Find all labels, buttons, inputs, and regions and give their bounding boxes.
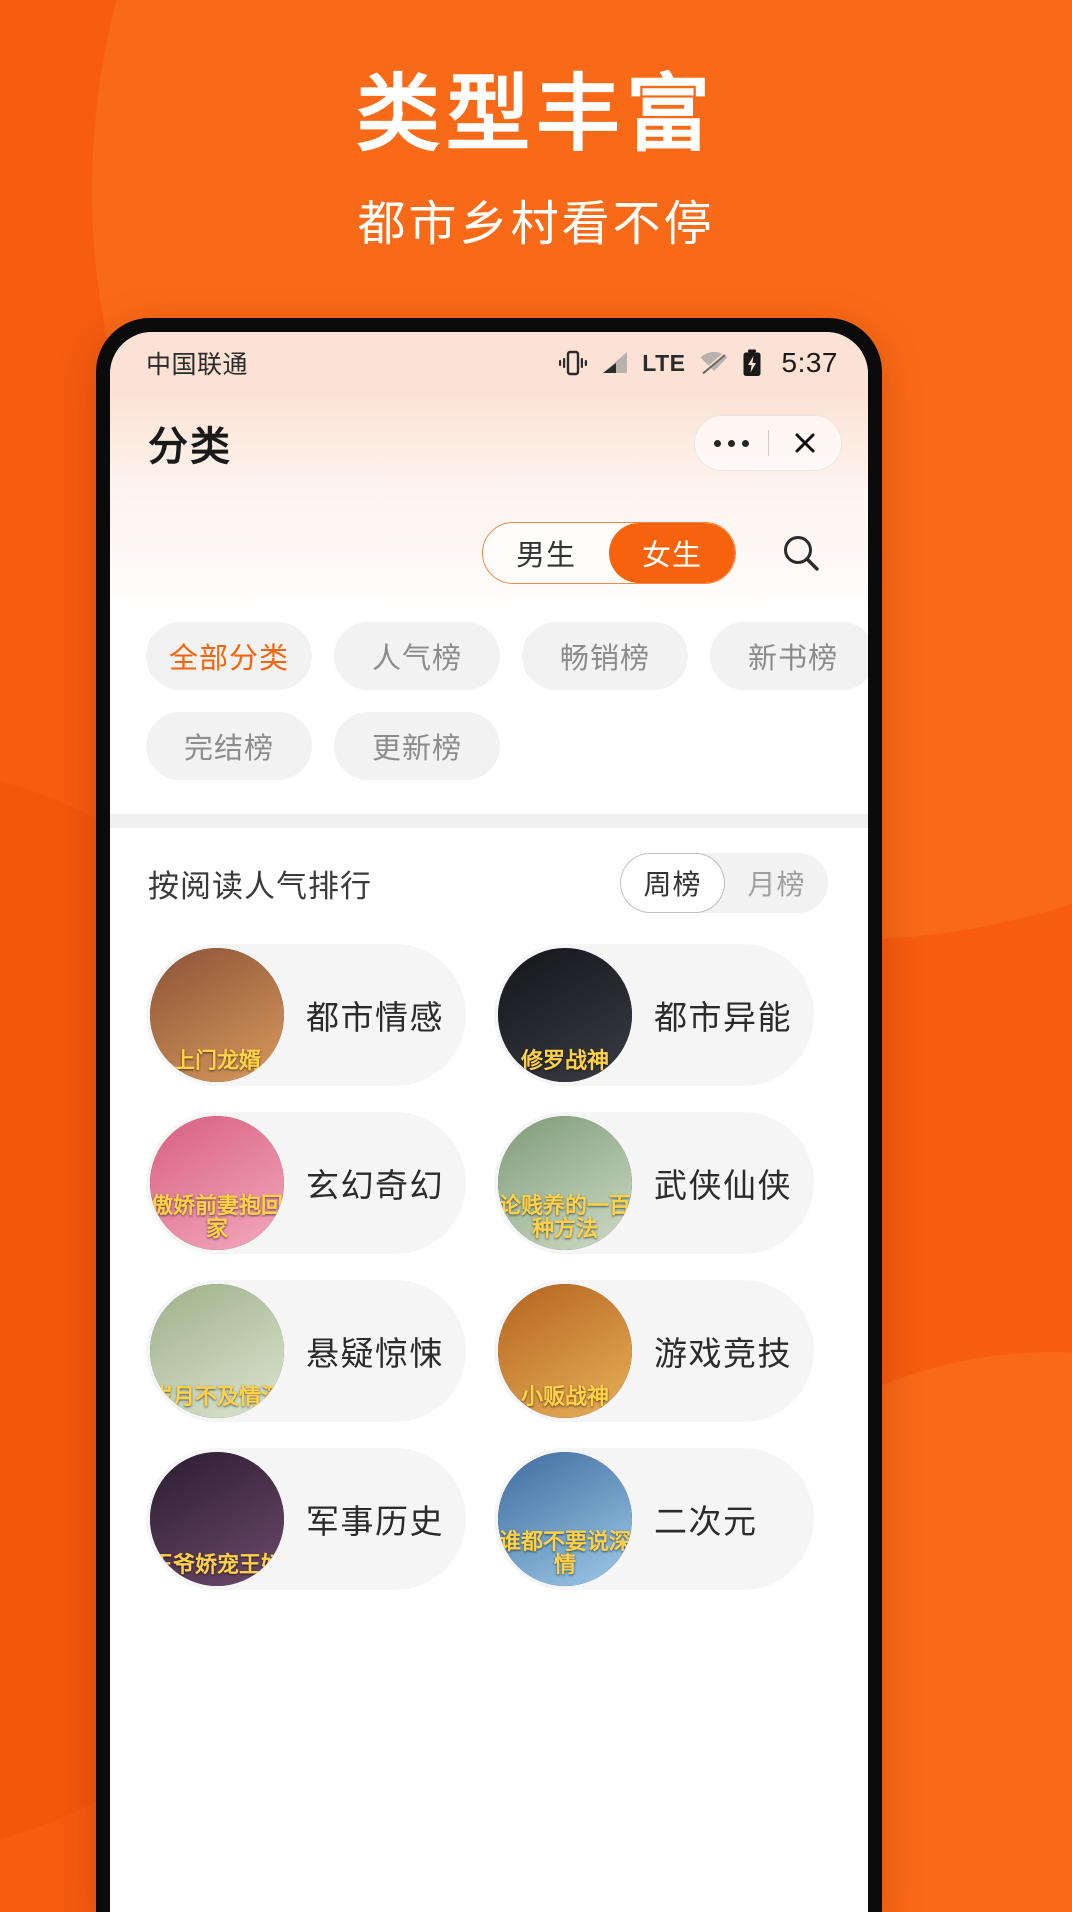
- cover-title-text: 谁都不要说深情: [498, 1528, 631, 1577]
- search-button[interactable]: [770, 522, 832, 584]
- cover-title-text: 修罗战神: [520, 1047, 609, 1073]
- category-grid: 上门龙婿 都市情感 修罗战神 都市异能 傲娇前妻抱回家 玄幻奇幻 论贱养的一百种方法 武侠仙侠…: [110, 938, 868, 1590]
- gender-option-female[interactable]: 女生: [609, 523, 735, 583]
- status-bar-icons: LTE: [558, 349, 761, 377]
- ranking-period-control: 周榜 月榜: [620, 853, 828, 913]
- cover-title-text: 傲娇前妻抱回家: [150, 1192, 283, 1241]
- more-menu-button[interactable]: [695, 416, 768, 470]
- chip-bestseller[interactable]: 畅销榜: [522, 622, 688, 690]
- category-card[interactable]: 上门龙婿 都市情感: [146, 944, 466, 1086]
- chip-popularity[interactable]: 人气榜: [334, 622, 500, 690]
- category-card[interactable]: 岁月不及情深 悬疑惊悚: [146, 1280, 466, 1422]
- period-option-monthly[interactable]: 月榜: [725, 853, 828, 913]
- category-label: 武侠仙侠: [654, 1167, 792, 1204]
- category-card[interactable]: 王爷娇宠王妃 军事历史: [146, 1448, 466, 1590]
- wifi-off-icon: [700, 351, 727, 375]
- category-card[interactable]: 论贱养的一百种方法 武侠仙侠: [494, 1112, 814, 1254]
- promo-background: 类型丰富 都市乡村看不停 中国联通 LTE 5:37 分类 男生 女生 全部分类…: [0, 0, 1072, 1912]
- chip-new-books[interactable]: 新书榜: [710, 622, 868, 690]
- category-label: 军事历史: [306, 1503, 444, 1540]
- period-option-weekly[interactable]: 周榜: [620, 853, 725, 913]
- lte-label: LTE: [642, 349, 686, 376]
- vibrate-icon: [559, 350, 588, 376]
- category-card[interactable]: 傲娇前妻抱回家 玄幻奇幻: [146, 1112, 466, 1254]
- app-header: 分类: [110, 394, 868, 492]
- cover-title-text: 王爷娇宠王妃: [150, 1551, 283, 1577]
- category-card[interactable]: 谁都不要说深情 二次元: [494, 1448, 814, 1590]
- category-label: 游戏竞技: [654, 1335, 792, 1372]
- phone-mockup: 中国联通 LTE 5:37 分类 男生 女生 全部分类 人气榜 畅销榜 新书榜 …: [96, 318, 882, 1912]
- close-button[interactable]: [769, 416, 842, 470]
- category-cover-thumbnail: 谁都不要说深情: [498, 1452, 632, 1586]
- category-label: 都市情感: [306, 999, 444, 1036]
- category-cover-thumbnail: 王爷娇宠王妃: [150, 1452, 284, 1586]
- gender-option-male[interactable]: 男生: [483, 523, 609, 583]
- carrier-label: 中国联通: [146, 351, 249, 379]
- category-label: 二次元: [654, 1503, 758, 1540]
- signal-icon: [603, 352, 628, 373]
- category-label: 都市异能: [654, 999, 792, 1036]
- chip-completed[interactable]: 完结榜: [146, 712, 312, 780]
- category-card[interactable]: 修罗战神 都市异能: [494, 944, 814, 1086]
- search-icon: [784, 536, 819, 571]
- gender-toggle-row: 男生 女生: [110, 492, 868, 614]
- category-label: 悬疑惊悚: [306, 1335, 444, 1372]
- status-bar-time: 5:37: [781, 347, 838, 378]
- section-divider: [110, 814, 868, 828]
- more-dots-icon: [713, 439, 749, 447]
- promo-subtitle: 都市乡村看不停: [357, 198, 715, 251]
- category-cover-thumbnail: 傲娇前妻抱回家: [150, 1116, 284, 1250]
- phone-screen: 中国联通 LTE 5:37 分类 男生 女生 全部分类 人气榜 畅销榜 新书榜 …: [110, 332, 868, 1912]
- cover-title-text: 岁月不及情深: [150, 1383, 283, 1409]
- chip-all-categories[interactable]: 全部分类: [146, 622, 312, 690]
- cover-title-text: 上门龙婿: [172, 1047, 261, 1073]
- category-cover-thumbnail: 论贱养的一百种方法: [498, 1116, 632, 1250]
- battery-charging-icon: [743, 349, 760, 376]
- category-cover-thumbnail: 上门龙婿: [150, 948, 284, 1082]
- category-cover-thumbnail: 小贩战神: [498, 1284, 632, 1418]
- ranking-title: 按阅读人气排行: [148, 868, 372, 904]
- filter-chips-section: 全部分类 人气榜 畅销榜 新书榜 完结榜 更新榜: [110, 614, 868, 814]
- ranking-header: 按阅读人气排行 周榜 月榜: [110, 828, 868, 938]
- category-label: 玄幻奇幻: [306, 1167, 444, 1204]
- miniprogram-capsule: [694, 415, 842, 471]
- cover-title-text: 小贩战神: [520, 1383, 609, 1409]
- category-cover-thumbnail: 修罗战神: [498, 948, 632, 1082]
- promo-title: 类型丰富: [355, 69, 716, 162]
- category-cover-thumbnail: 岁月不及情深: [150, 1284, 284, 1418]
- filter-chips-row-1: 全部分类 人气榜 畅销榜 新书榜: [146, 622, 868, 690]
- cover-title-text: 论贱养的一百种方法: [498, 1192, 631, 1241]
- status-bar: 中国联通 LTE 5:37: [110, 332, 868, 394]
- close-icon: [795, 433, 815, 453]
- chip-updated[interactable]: 更新榜: [334, 712, 500, 780]
- page-title: 分类: [148, 425, 232, 469]
- gender-segmented-control: 男生 女生: [482, 522, 736, 584]
- filter-chips-row-2: 完结榜 更新榜: [146, 712, 832, 780]
- category-card[interactable]: 小贩战神 游戏竞技: [494, 1280, 814, 1422]
